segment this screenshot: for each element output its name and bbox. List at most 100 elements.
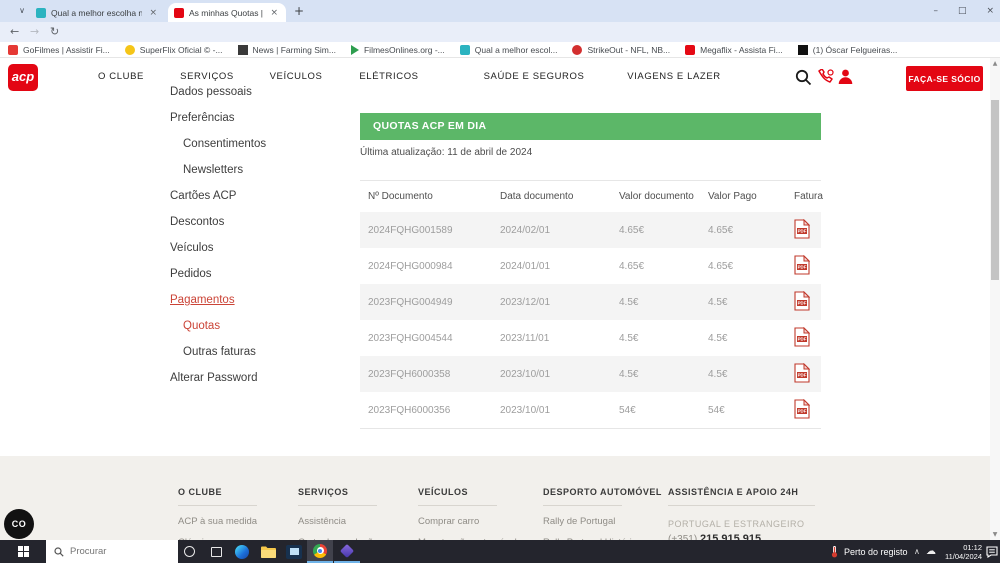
chrome-icon[interactable] <box>307 540 333 563</box>
sidebar-item-consentimentos[interactable]: Consentimentos <box>170 138 266 164</box>
footer-col-desporto: DESPORTO AUTOMÓVEL Rally de Portugal Ral… <box>543 487 662 548</box>
doc-value: 4.5€ <box>597 333 700 344</box>
action-center-icon[interactable] <box>986 540 998 563</box>
table-row: 2023FQH6000356 2023/10/01 54€ 54€ PDF <box>360 392 821 428</box>
nav-eletricos[interactable]: ELÉTRICOS <box>359 71 418 82</box>
bookmark-item[interactable]: FilmesOnlines.org -... <box>351 45 445 55</box>
movies-app-icon[interactable] <box>334 540 360 563</box>
tab-close-icon[interactable]: × <box>147 8 159 18</box>
bookmark-favicon <box>685 45 695 55</box>
sidebar-item-cartoes-acp[interactable]: Cartões ACP <box>170 190 266 216</box>
pdf-download-button[interactable]: PDF <box>794 291 810 314</box>
footer-link[interactable]: Assistência <box>298 516 378 527</box>
thermometer-icon <box>830 545 839 558</box>
onedrive-cloud-icon[interactable]: ☁ <box>926 540 936 563</box>
last-update-text: Última atualização: 11 de abril de 2024 <box>360 147 532 158</box>
nav-servicos[interactable]: SERVIÇOS <box>180 71 234 82</box>
bookmark-favicon <box>572 45 582 55</box>
page-scrollbar[interactable]: ▲ ▼ <box>990 58 1000 540</box>
bookmark-item[interactable]: News | Farming Sim... <box>238 45 336 55</box>
bookmark-favicon <box>798 45 808 55</box>
bookmark-label: StrikeOut - NFL, NB... <box>587 45 670 55</box>
account-sidebar: Dados pessoais Preferências Consentiment… <box>170 86 266 398</box>
table-row: 2023FQHG004544 2023/11/01 4.5€ 4.5€ PDF <box>360 320 821 356</box>
sidebar-item-pedidos[interactable]: Pedidos <box>170 268 266 294</box>
edge-icon[interactable] <box>229 540 255 563</box>
paid-value: 4.5€ <box>700 297 788 308</box>
file-explorer-icon[interactable] <box>255 540 281 563</box>
bookmark-favicon <box>238 45 248 55</box>
cortana-icon[interactable] <box>176 540 202 563</box>
pdf-download-button[interactable]: PDF <box>794 363 810 386</box>
taskbar-search[interactable] <box>46 540 178 563</box>
tab-qual-a-melhor[interactable]: Qual a melhor escolha no mer × <box>30 3 165 22</box>
sidebar-item-dados-pessoais[interactable]: Dados pessoais <box>170 86 266 112</box>
task-view-icon[interactable] <box>203 540 229 563</box>
search-icon[interactable] <box>795 69 812 86</box>
sidebar-item-preferencias[interactable]: Preferências <box>170 112 266 138</box>
bookmark-label: Megaflix - Assista Fi... <box>700 45 783 55</box>
taskbar-search-input[interactable] <box>70 546 160 557</box>
footer-col-title: SERVIÇOS <box>298 487 378 497</box>
photos-app-icon[interactable] <box>281 540 307 563</box>
window-maximize-button[interactable]: □ <box>958 6 967 16</box>
sidebar-item-alterar-password[interactable]: Alterar Password <box>170 372 266 398</box>
bookmark-item[interactable]: SuperFlix Oficial © -... <box>125 45 223 55</box>
phone-icon[interactable] <box>816 69 834 86</box>
doc-date: 2023/10/01 <box>500 405 597 416</box>
screen: ∨ Qual a melhor escolha no mer × As minh… <box>0 0 1000 563</box>
start-button[interactable] <box>0 540 46 563</box>
new-tab-button[interactable]: + <box>294 4 304 19</box>
pdf-download-button[interactable]: PDF <box>794 399 810 422</box>
doc-number: 2023FQHG004949 <box>360 297 500 308</box>
sidebar-item-quotas[interactable]: Quotas <box>170 320 266 346</box>
acp-logo[interactable]: acp <box>8 64 38 91</box>
tab-search-icon[interactable]: ∨ <box>14 3 30 19</box>
taskbar-weather[interactable]: Perto do registo <box>830 540 908 563</box>
bookmark-label: News | Farming Sim... <box>253 45 336 55</box>
nav-saude-seguros[interactable]: SAÚDE E SEGUROS <box>484 71 585 82</box>
paid-value: 4.5€ <box>700 369 788 380</box>
window-minimize-button[interactable]: – <box>933 6 938 16</box>
site-footer: O CLUBE ACP à sua medida Clássicos SERVI… <box>0 456 990 540</box>
sidebar-item-newsletters[interactable]: Newsletters <box>170 164 266 190</box>
sidebar-item-descontos[interactable]: Descontos <box>170 216 266 242</box>
reload-icon[interactable]: ↻ <box>50 25 59 38</box>
nav-o-clube[interactable]: O CLUBE <box>98 71 144 82</box>
svg-text:PDF: PDF <box>798 228 807 233</box>
scrollbar-thumb[interactable] <box>991 100 999 280</box>
footer-link[interactable]: Rally de Portugal <box>543 516 662 527</box>
forward-icon[interactable]: → <box>30 25 39 38</box>
pdf-download-button[interactable]: PDF <box>794 327 810 350</box>
bookmark-item[interactable]: (1) Óscar Felgueiras... <box>798 45 898 55</box>
user-icon[interactable] <box>838 69 853 85</box>
sidebar-item-veiculos[interactable]: Veículos <box>170 242 266 268</box>
sidebar-item-pagamentos[interactable]: Pagamentos <box>170 294 266 320</box>
bookmark-item[interactable]: Megaflix - Assista Fi... <box>685 45 783 55</box>
bookmark-item[interactable]: Qual a melhor escol... <box>460 45 558 55</box>
bookmark-item[interactable]: GoFilmes | Assistir Fi... <box>8 45 110 55</box>
sidebar-item-outras-faturas[interactable]: Outras faturas <box>170 346 266 372</box>
bookmark-item[interactable]: StrikeOut - NFL, NB... <box>572 45 670 55</box>
pdf-download-button[interactable]: PDF <box>794 255 810 278</box>
quotas-table: Nº Documento Data documento Valor docume… <box>360 180 821 429</box>
scroll-down-icon[interactable]: ▼ <box>990 531 1000 538</box>
faca-se-socio-button[interactable]: FAÇA-SE SÓCIO <box>906 66 983 91</box>
nav-veiculos[interactable]: VEÍCULOS <box>270 71 323 82</box>
window-close-button[interactable]: × <box>986 6 994 16</box>
cookie-widget-button[interactable]: CO <box>4 509 34 539</box>
footer-link[interactable]: Comprar carro <box>418 516 517 527</box>
pdf-download-button[interactable]: PDF <box>794 219 810 242</box>
table-row: 2023FQH6000358 2023/10/01 4.5€ 4.5€ PDF <box>360 356 821 392</box>
back-icon[interactable]: ← <box>10 25 19 38</box>
tab-minhas-quotas[interactable]: As minhas Quotas | myACP × <box>168 3 286 22</box>
nav-viagens-lazer[interactable]: VIAGENS E LAZER <box>627 71 720 82</box>
tab-close-icon[interactable]: × <box>268 8 280 18</box>
doc-value: 4.5€ <box>597 369 700 380</box>
scroll-up-icon[interactable]: ▲ <box>990 60 1000 67</box>
bookmark-label: GoFilmes | Assistir Fi... <box>23 45 110 55</box>
tray-chevron-icon[interactable]: ∧ <box>914 540 920 563</box>
footer-link[interactable]: ACP à sua medida <box>178 516 257 527</box>
table-header-row: Nº Documento Data documento Valor docume… <box>360 181 821 212</box>
taskbar-clock[interactable]: 01:12 11/04/2024 <box>942 540 982 563</box>
